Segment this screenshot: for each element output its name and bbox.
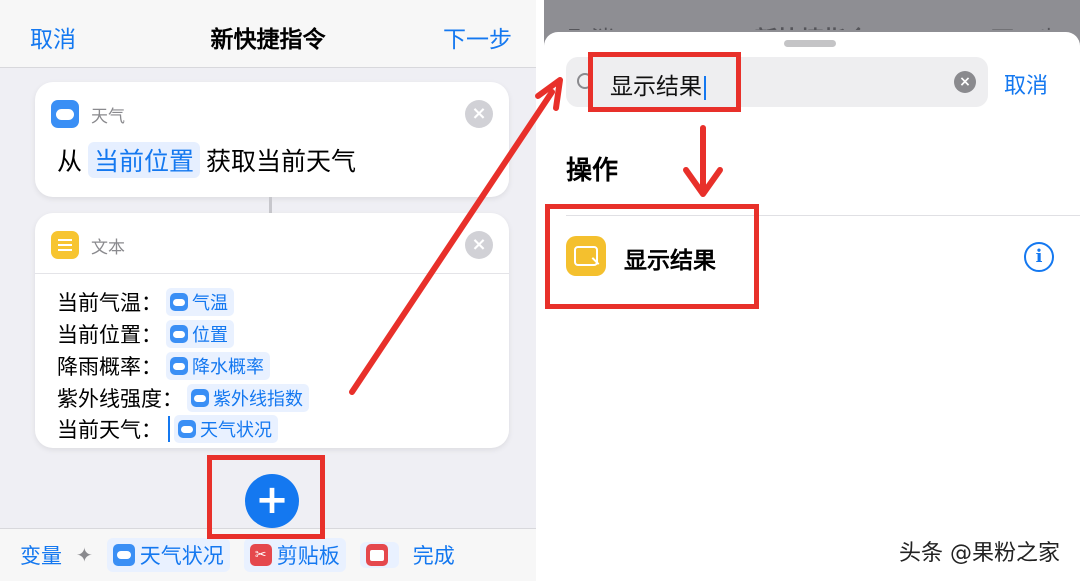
temperature-variable-token[interactable]: 气温: [166, 288, 234, 316]
weather-suffix: 获取当前天气: [206, 147, 357, 176]
weather-mini-icon: [178, 420, 196, 438]
variable-label: 位置: [192, 325, 228, 346]
text-line-location[interactable]: 当前位置： 位置: [57, 319, 234, 349]
location-parameter-token[interactable]: 当前位置: [88, 142, 201, 178]
text-line-uv[interactable]: 紫外线强度： 紫外线指数: [57, 383, 309, 413]
weather-chip-icon: [112, 544, 135, 566]
text-line-label: 降雨概率：: [57, 355, 162, 379]
dimmed-nav-bar: 取消 新快捷指令 下一步: [544, 0, 1080, 30]
condition-variable-token[interactable]: 天气状况: [174, 415, 278, 443]
info-icon[interactable]: i: [1024, 242, 1054, 272]
highlight-show-result-action: [545, 204, 759, 309]
chip-label: 天气状况: [139, 544, 224, 568]
weather-mini-icon: [170, 293, 188, 311]
dimmed-next-label: 下一步: [991, 20, 1060, 30]
action-connector-line: [269, 197, 272, 213]
weather-condition-chip[interactable]: 天气状况: [106, 538, 230, 572]
highlight-search-query: [588, 52, 741, 112]
calendar-icon: [365, 544, 388, 566]
text-line-rain-chance[interactable]: 降雨概率： 降水概率: [57, 351, 270, 381]
uv-index-variable-token[interactable]: 紫外线指数: [187, 384, 309, 412]
text-action-card[interactable]: 文本 × 当前气温： 气温 当前位置： 位置 降雨概率： 降水概率 紫外线强度：…: [35, 213, 509, 448]
text-card-label: 文本: [91, 237, 125, 258]
magic-wand-icon[interactable]: ✦: [76, 543, 93, 567]
done-button[interactable]: 完成: [413, 540, 455, 570]
scissors-icon: ✂: [249, 544, 272, 566]
highlight-add-button: [207, 455, 325, 539]
next-step-button[interactable]: 下一步: [443, 20, 512, 54]
text-card-header: 文本: [51, 230, 125, 260]
text-line-label: 当前气温：: [57, 291, 162, 315]
editor-nav-bar: 取消 新快捷指令 下一步: [0, 0, 536, 68]
calendar-chip[interactable]: [359, 542, 399, 568]
precipitation-variable-token[interactable]: 降水概率: [166, 352, 270, 380]
weather-app-icon: [51, 100, 79, 128]
variable-label: 紫外线指数: [213, 389, 303, 410]
weather-card-header: 天气: [51, 99, 125, 129]
weather-prefix: 从: [57, 147, 83, 176]
clipboard-chip[interactable]: ✂ 剪贴板: [243, 538, 346, 572]
variable-label: 降水概率: [192, 357, 264, 378]
search-cancel-button[interactable]: 取消: [1004, 68, 1048, 100]
watermark-text: 头条 @果粉之家: [899, 541, 1060, 566]
variables-button[interactable]: 变量: [20, 540, 62, 570]
text-line-label: 紫外线强度：: [57, 387, 183, 411]
text-line-temperature[interactable]: 当前气温： 气温: [57, 287, 234, 317]
variable-label: 天气状况: [200, 420, 272, 441]
text-line-label: 当前天气：: [57, 418, 162, 442]
actions-section-title: 操作: [566, 156, 619, 186]
variable-label: 气温: [192, 293, 228, 314]
weather-mini-icon: [191, 389, 209, 407]
text-cursor: [168, 416, 170, 442]
text-line-label: 当前位置：: [57, 323, 162, 347]
sheet-grabber[interactable]: [784, 40, 836, 47]
clear-search-icon[interactable]: ×: [954, 71, 976, 93]
remove-text-action-icon[interactable]: ×: [465, 231, 493, 259]
text-app-icon: [51, 231, 79, 259]
weather-mini-icon: [170, 325, 188, 343]
weather-mini-icon: [170, 357, 188, 375]
text-line-condition[interactable]: 当前天气： 天气状况: [57, 414, 278, 444]
weather-action-sentence: 从 当前位置 获取当前天气: [57, 142, 356, 178]
remove-weather-action-icon[interactable]: ×: [465, 100, 493, 128]
weather-action-card[interactable]: 天气 × 从 当前位置 获取当前天气: [35, 82, 509, 197]
weather-card-label: 天气: [91, 106, 125, 127]
text-card-divider: [35, 273, 509, 274]
location-variable-token[interactable]: 位置: [166, 320, 234, 348]
chip-label: 剪贴板: [276, 544, 340, 568]
